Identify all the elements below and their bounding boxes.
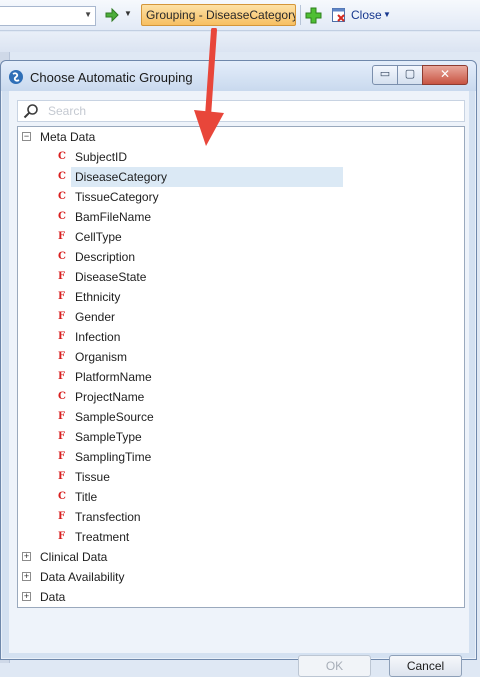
field-type-icon: F bbox=[58, 411, 66, 422]
tree-item-label[interactable]: Treatment bbox=[75, 527, 129, 547]
field-type-icon: F bbox=[58, 291, 66, 302]
red-arrow-annotation-icon bbox=[194, 28, 224, 146]
ok-button[interactable]: OK bbox=[298, 655, 371, 677]
field-type-icon: C bbox=[58, 391, 66, 402]
green-arrow-icon[interactable] bbox=[104, 7, 120, 23]
expand-icon[interactable]: + bbox=[22, 552, 31, 561]
tree-group-label[interactable]: Data bbox=[40, 587, 65, 607]
tree-item-label[interactable]: SamplingTime bbox=[75, 447, 151, 467]
secondary-bar bbox=[0, 32, 480, 52]
choose-grouping-dialog: Choose Automatic Grouping ▭ ▢ ✕ − Meta D… bbox=[0, 60, 477, 677]
tree-item-label[interactable]: SampleType bbox=[75, 427, 142, 447]
field-type-icon: F bbox=[58, 451, 66, 462]
field-type-icon: F bbox=[58, 331, 66, 342]
field-type-icon: F bbox=[58, 371, 66, 382]
main-toolbar: ▼ ▼ Grouping - DiseaseCategory Close ▼ bbox=[0, 0, 480, 31]
tree-item-label[interactable]: Organism bbox=[75, 347, 127, 367]
tree-group-label[interactable]: Clinical Data bbox=[40, 547, 107, 567]
expand-icon[interactable]: + bbox=[22, 592, 31, 601]
tree-item-label[interactable]: Tissue bbox=[75, 467, 110, 487]
minimize-button[interactable]: ▭ bbox=[372, 65, 398, 85]
field-type-icon: F bbox=[58, 471, 66, 482]
tree-item-label[interactable]: DiseaseCategory bbox=[75, 167, 167, 187]
dialog-client-area: − Meta Data C SubjectID C DiseaseCategor… bbox=[9, 91, 469, 653]
tree-item-label[interactable]: ProjectName bbox=[75, 387, 144, 407]
maximize-button[interactable]: ▢ bbox=[397, 65, 423, 85]
field-type-icon: C bbox=[58, 251, 66, 262]
close-document-icon[interactable] bbox=[331, 7, 347, 23]
tree-item-label[interactable]: CellType bbox=[75, 227, 122, 247]
tree-item-label[interactable]: DiseaseState bbox=[75, 267, 146, 287]
tree-item-label[interactable]: SampleSource bbox=[75, 407, 154, 427]
tree-item-label[interactable]: PlatformName bbox=[75, 367, 152, 387]
field-type-icon: C bbox=[58, 491, 66, 502]
tree-item-label[interactable]: Gender bbox=[75, 307, 115, 327]
search-icon bbox=[23, 104, 38, 119]
tree-item-label[interactable]: Infection bbox=[75, 327, 120, 347]
tree-item-label[interactable]: Ethnicity bbox=[75, 287, 120, 307]
field-type-icon: C bbox=[58, 211, 66, 222]
toolbar-combo[interactable]: ▼ bbox=[0, 6, 96, 26]
tree-item-selected[interactable]: C DiseaseCategory bbox=[18, 167, 348, 187]
tree-item-label[interactable]: Title bbox=[75, 487, 97, 507]
app-icon bbox=[9, 70, 23, 84]
grouping-button[interactable]: Grouping - DiseaseCategory bbox=[141, 4, 296, 26]
tree-item-label[interactable]: Transfection bbox=[75, 507, 141, 527]
tree-group-label[interactable]: Meta Data bbox=[40, 127, 95, 147]
cancel-button[interactable]: Cancel bbox=[389, 655, 462, 677]
tree-item-label[interactable]: Description bbox=[75, 247, 135, 267]
collapse-icon[interactable]: − bbox=[22, 132, 31, 141]
search-input[interactable] bbox=[46, 103, 456, 119]
field-type-icon: F bbox=[58, 351, 66, 362]
chevron-down-icon[interactable]: ▼ bbox=[84, 10, 92, 19]
field-type-icon: C bbox=[58, 191, 66, 202]
search-box[interactable] bbox=[17, 100, 465, 122]
grouping-tree: − Meta Data C SubjectID C DiseaseCategor… bbox=[17, 126, 465, 608]
field-type-icon: F bbox=[58, 531, 66, 542]
field-type-icon: F bbox=[58, 271, 66, 282]
close-menu-label[interactable]: Close bbox=[351, 8, 382, 22]
window-close-button[interactable]: ✕ bbox=[422, 65, 468, 85]
tree-item-label[interactable]: TissueCategory bbox=[75, 187, 159, 207]
field-type-icon: F bbox=[58, 311, 66, 322]
dialog-title: Choose Automatic Grouping bbox=[30, 70, 193, 85]
field-type-icon: F bbox=[58, 431, 66, 442]
chevron-down-icon[interactable]: ▼ bbox=[124, 9, 132, 18]
tree-item-label[interactable]: BamFileName bbox=[75, 207, 151, 227]
field-type-icon: F bbox=[58, 511, 66, 522]
tree-group-label[interactable]: Data Availability bbox=[40, 567, 125, 587]
expand-icon[interactable]: + bbox=[22, 572, 31, 581]
toolbar-separator bbox=[300, 5, 301, 25]
tree-item-label[interactable]: SubjectID bbox=[75, 147, 127, 167]
add-icon[interactable] bbox=[305, 7, 322, 24]
field-type-icon: C bbox=[58, 171, 66, 182]
field-type-icon: F bbox=[58, 231, 66, 242]
field-type-icon: C bbox=[58, 151, 66, 162]
dialog-titlebar[interactable]: Choose Automatic Grouping ▭ ▢ ✕ bbox=[1, 61, 476, 91]
chevron-down-icon[interactable]: ▼ bbox=[383, 10, 391, 19]
